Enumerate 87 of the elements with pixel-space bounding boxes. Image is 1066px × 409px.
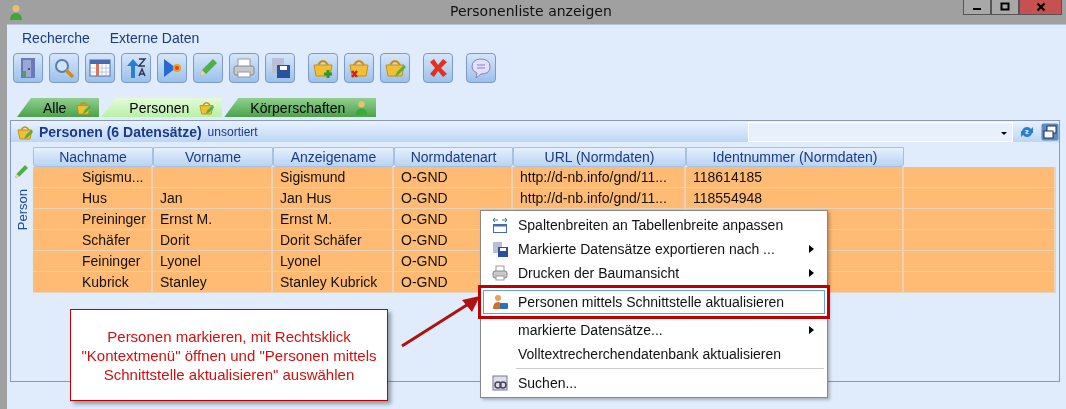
submenu-arrow-icon [809,245,814,253]
search-icon [492,375,508,391]
delete-button[interactable] [423,53,453,83]
table-cell: Jan Hus [280,190,332,206]
menu-item[interactable]: Externe Daten [109,30,200,50]
menu-item[interactable]: Markierte Datensätze exportieren nach ... [483,237,825,261]
submenu-arrow-icon [809,326,814,334]
table-cell: O-GND [401,211,448,227]
save-icon [492,241,508,257]
door-button[interactable] [13,53,43,83]
tab[interactable]: Körperschaften [224,98,377,117]
table-cell: Kubrick [82,274,129,290]
menu-item[interactable]: Volltextrecherchendatenbank aktualisieren [483,342,825,366]
maximize-icon [1000,2,1010,12]
panel-title: Personen (6 Datensätze) [39,123,202,140]
table-cell: Ernst M. [280,211,333,227]
person-icon [355,100,369,115]
printer-icon [492,265,508,281]
table-icon [88,56,112,80]
table-cell: O-GND [401,253,448,269]
table-cell: Schäfer [82,232,131,248]
sort-icon [124,56,148,80]
annotation-callout: Personen markieren, mit Rechtsklick "Kontextmenü" öffnen und "Personen mittels Schnittstelle aktualisieren" auswählen [70,309,388,401]
table-cell: Stanley Kubrick [280,274,378,290]
table-cell: Ernst M. [160,211,213,227]
menu-item[interactable]: Recherche [22,30,90,50]
table-cell: Preininger [82,211,146,227]
sort-button[interactable] [121,53,151,83]
table-cell: Feininger [82,253,141,269]
menu-item[interactable]: Drucken der Baumansicht [483,261,825,285]
maximize-button[interactable] [991,0,1019,15]
table-cell: Dorit [160,232,190,248]
table-cell: O-GND [401,190,448,206]
column-header[interactable]: Normdatenart [394,147,513,167]
table-cell: Stanley [160,274,207,290]
submenu-arrow-icon [809,269,814,277]
search-button[interactable] [49,53,79,83]
pencil-icon [14,163,30,179]
window-icon[interactable] [1041,122,1059,141]
printer-icon [232,56,256,80]
pencil-button[interactable] [193,53,223,83]
table-cell: 118554948 [693,190,763,206]
basket-edit-icon [17,123,33,140]
table-row[interactable]: Hus Jan Jan Hus O-GND http://d-nb.info/gnd/11... 118554948 [33,188,1056,209]
basket-remove-button[interactable] [344,53,374,83]
minimize-button[interactable] [963,0,991,15]
column-header[interactable]: Anzeigename [273,147,394,167]
table-cell: http://d-nb.info/gnd/11... [520,190,667,206]
tab[interactable]: Alle [17,98,100,117]
table-cell: http://d-nb.info/gnd/11... [520,169,667,185]
save-button[interactable] [265,53,295,83]
printer-button[interactable] [229,53,259,83]
column-header[interactable]: Identnummer (Normdaten) [686,147,904,167]
close-button[interactable] [1019,0,1062,15]
column-header[interactable]: Nachname [33,147,153,167]
table-cell: Jan [160,190,183,206]
basket-edit-icon [76,100,92,115]
table-cell: Lyonel [160,253,201,269]
table-row[interactable]: Sigismu... Sigismund O-GND http://d-nb.info/gnd/11... 118614185 [33,167,1056,188]
table-cell: Sigismu... [82,169,144,185]
table-cell: O-GND [401,274,448,290]
person-sync-icon [492,294,508,310]
table-cell: O-GND [401,169,448,185]
basket-add-button[interactable] [308,53,338,83]
column-header[interactable]: URL (Normdaten) [513,147,686,167]
window-title: Personenliste anzeigen [450,3,612,19]
play-button[interactable] [157,53,187,83]
sort-status: unsortiert [207,124,258,139]
column-width-icon [492,217,508,233]
close-icon [1035,2,1046,12]
table-cell: O-GND [401,232,448,248]
table-button[interactable] [85,53,115,83]
table-cell: 118614185 [693,169,763,185]
column-header[interactable]: Vorname [153,147,273,167]
speech-button[interactable] [466,53,496,83]
table-cell: Lyonel [280,253,321,269]
search-icon [52,56,76,80]
table-cell: Dorit Schäfer [280,232,362,248]
speech-icon [469,56,493,80]
basket-edit-icon [199,100,215,115]
tab[interactable]: Personen [101,98,223,117]
menu-item[interactable]: markierte Datensätze... [483,318,825,342]
side-label: Person [14,189,30,231]
person-icon [9,4,23,20]
table-cell: Sigismund [280,169,346,185]
basket-edit-button[interactable] [380,53,410,83]
table-cell: Hus [82,190,107,206]
